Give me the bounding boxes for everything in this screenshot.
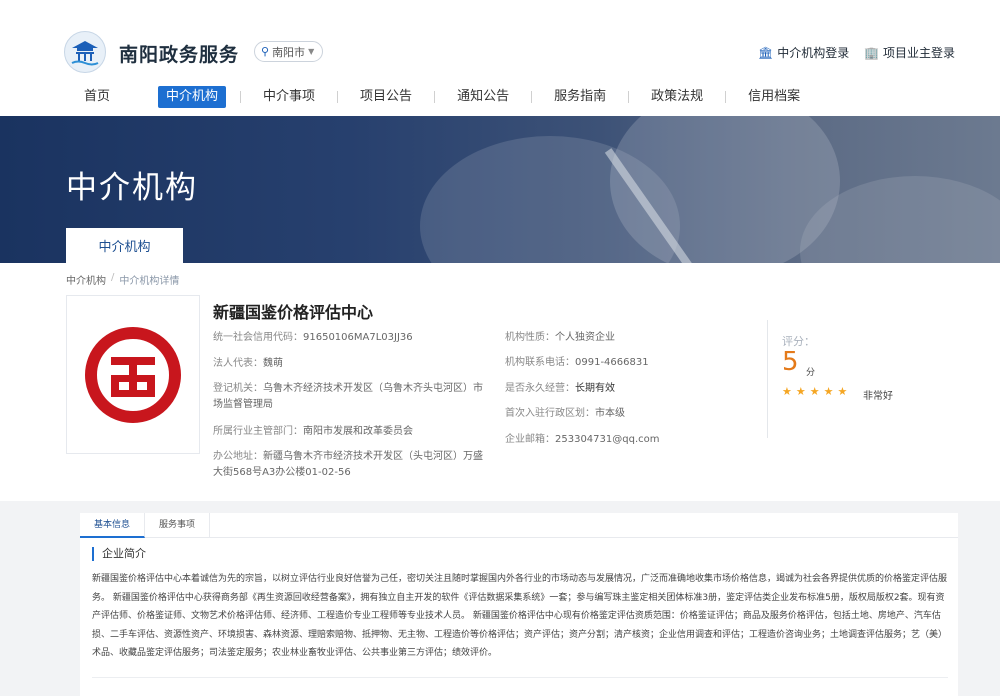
org-logo xyxy=(66,295,200,454)
reg-authority-label: 登记机关： xyxy=(213,383,263,394)
pavilion-icon xyxy=(71,41,99,66)
nav-agencies[interactable]: 中介机构 xyxy=(158,86,227,108)
phone-field: 机构联系电话：0991-4666831 xyxy=(505,355,649,371)
owner-login-label: 项目业主登录 xyxy=(882,46,955,60)
page-banner: 中介机构 中介机构 xyxy=(0,116,1000,263)
industry-field: 所属行业主管部门：南阳市发展和改革委员会 xyxy=(213,424,413,440)
rating-stars: ★ ★ ★ ★ ★ xyxy=(782,385,847,398)
agency-login-label: 中介机构登录 xyxy=(777,46,850,60)
nav-divider xyxy=(434,91,436,103)
detail-card: 基本信息 服务事项 企业简介 新疆国鉴价格评估中心本着诚信为先的宗旨，以树立评估… xyxy=(80,513,958,696)
owner-login-link[interactable]: 🏢 项目业主登录 xyxy=(864,44,955,61)
industry-label: 所属行业主管部门： xyxy=(213,426,303,437)
city-name: 南阳市 xyxy=(272,45,306,59)
agency-login-link[interactable]: 🏛 中介机构登录 xyxy=(758,44,849,61)
breadcrumb-separator: / xyxy=(111,272,115,283)
nature-value: 个人独资企业 xyxy=(555,332,615,343)
breadcrumb-current: 中介机构详情 xyxy=(119,276,180,287)
legal-rep-label: 法人代表： xyxy=(213,358,263,369)
breadcrumb-root[interactable]: 中介机构 xyxy=(66,272,106,287)
star-icon: ★ xyxy=(782,385,792,398)
address-label: 办公地址： xyxy=(213,451,263,462)
site-logo[interactable] xyxy=(64,31,106,73)
rating-divider xyxy=(767,320,768,438)
banner-title: 中介机构 xyxy=(66,170,198,206)
rating-word: 非常好 xyxy=(863,391,893,402)
rating-score: 5 xyxy=(782,347,799,377)
chevron-down-icon: ▼ xyxy=(308,47,315,56)
nav-project-notices[interactable]: 项目公告 xyxy=(352,86,420,108)
nature-field: 机构性质：个人独资企业 xyxy=(505,330,615,346)
site-header: 南阳政务服务 ⚲ 南阳市 ▼ 🏛 中介机构登录 🏢 项目业主登录 首页 中介机构… xyxy=(0,0,1000,116)
legal-rep-field: 法人代表：魏萌 xyxy=(213,356,283,372)
address-value-line1: 新疆乌鲁木齐市经济技术开发区（头屯河区）万盛 xyxy=(263,451,483,462)
nav-divider xyxy=(337,91,339,103)
legal-rep-value: 魏萌 xyxy=(263,358,283,369)
industry-value: 南阳市发展和改革委员会 xyxy=(303,426,413,437)
breadcrumb: 中介机构 / 中介机构详情 xyxy=(66,272,179,287)
email-value: 253304731@qq.com xyxy=(555,434,660,445)
credit-code-label: 统一社会信用代码： xyxy=(213,332,303,343)
nav-divider xyxy=(628,91,630,103)
org-profile: 中介机构 / 中介机构详情 新疆国鉴价格评估中心 统一社会信用代码：916501… xyxy=(0,263,1000,501)
tab-service-items[interactable]: 服务事项 xyxy=(145,513,211,538)
nav-divider xyxy=(240,91,242,103)
org-intro: 新疆国鉴价格评估中心本着诚信为先的宗旨，以树立评估行业良好信誉为己任，密切关注且… xyxy=(92,574,948,658)
star-icon: ★ xyxy=(809,385,820,398)
address-value-line2: 大街568号A3办公楼01-02-56 xyxy=(213,467,351,478)
nav-divider xyxy=(531,91,533,103)
section-divider xyxy=(92,677,948,678)
section-title: 企业简介 xyxy=(92,547,146,561)
nav-guide[interactable]: 服务指南 xyxy=(546,86,614,108)
main-nav: 首页 中介机构 中介事项 项目公告 通知公告 服务指南 政策法规 信用档案 xyxy=(64,86,808,108)
rating-unit: 分 xyxy=(806,368,816,378)
email-field: 企业邮箱：253304731@qq.com xyxy=(505,432,660,448)
credit-code-value: 91650106MA7L03JJ36 xyxy=(303,332,413,343)
credit-code-field: 统一社会信用代码：91650106MA7L03JJ36 xyxy=(213,330,413,346)
nav-announcements[interactable]: 通知公告 xyxy=(449,86,517,108)
building-icon: 🏛 xyxy=(758,45,774,60)
permanent-field: 是否永久经营：长期有效 xyxy=(505,381,615,397)
reg-authority-value-line1: 乌鲁木齐经济技术开发区（乌鲁木齐头屯河区）市 xyxy=(263,383,483,394)
org-emblem-icon xyxy=(85,326,181,423)
nav-services[interactable]: 中介事项 xyxy=(255,86,323,108)
nav-credit[interactable]: 信用档案 xyxy=(740,86,808,108)
location-pin-icon: ⚲ xyxy=(261,45,270,58)
permanent-label: 是否永久经营： xyxy=(505,383,575,394)
star-icon: ★ xyxy=(823,385,834,398)
nav-divider xyxy=(725,91,727,103)
detail-tabs: 基本信息 服务事项 xyxy=(80,513,958,538)
star-icon: ★ xyxy=(795,385,806,398)
region-field: 首次入驻行政区划：市本级 xyxy=(505,406,625,422)
city-selector[interactable]: ⚲ 南阳市 ▼ xyxy=(254,41,324,62)
reg-authority-value-line2: 场监督管理局 xyxy=(213,399,273,410)
phone-label: 机构联系电话： xyxy=(505,357,575,368)
region-value: 市本级 xyxy=(595,408,625,419)
email-label: 企业邮箱： xyxy=(505,434,555,445)
banner-tab-agencies[interactable]: 中介机构 xyxy=(66,228,183,263)
phone-value: 0991-4666831 xyxy=(575,357,649,368)
nav-policies[interactable]: 政策法规 xyxy=(643,86,711,108)
address-field: 办公地址：新疆乌鲁木齐市经济技术开发区（头屯河区）万盛 大街568号A3办公楼0… xyxy=(213,449,483,481)
permanent-value: 长期有效 xyxy=(575,383,615,394)
office-icon: 🏢 xyxy=(864,45,879,60)
star-icon: ★ xyxy=(837,385,848,398)
reg-authority-field: 登记机关：乌鲁木齐经济技术开发区（乌鲁木齐头屯河区）市 场监督管理局 xyxy=(213,381,483,413)
tab-basic-info[interactable]: 基本信息 xyxy=(80,513,146,538)
nature-label: 机构性质： xyxy=(505,332,555,343)
nav-home[interactable]: 首页 xyxy=(76,86,118,108)
org-name: 新疆国鉴价格评估中心 xyxy=(213,303,374,322)
region-label: 首次入驻行政区划： xyxy=(505,408,595,419)
site-title: 南阳政务服务 xyxy=(119,44,240,66)
